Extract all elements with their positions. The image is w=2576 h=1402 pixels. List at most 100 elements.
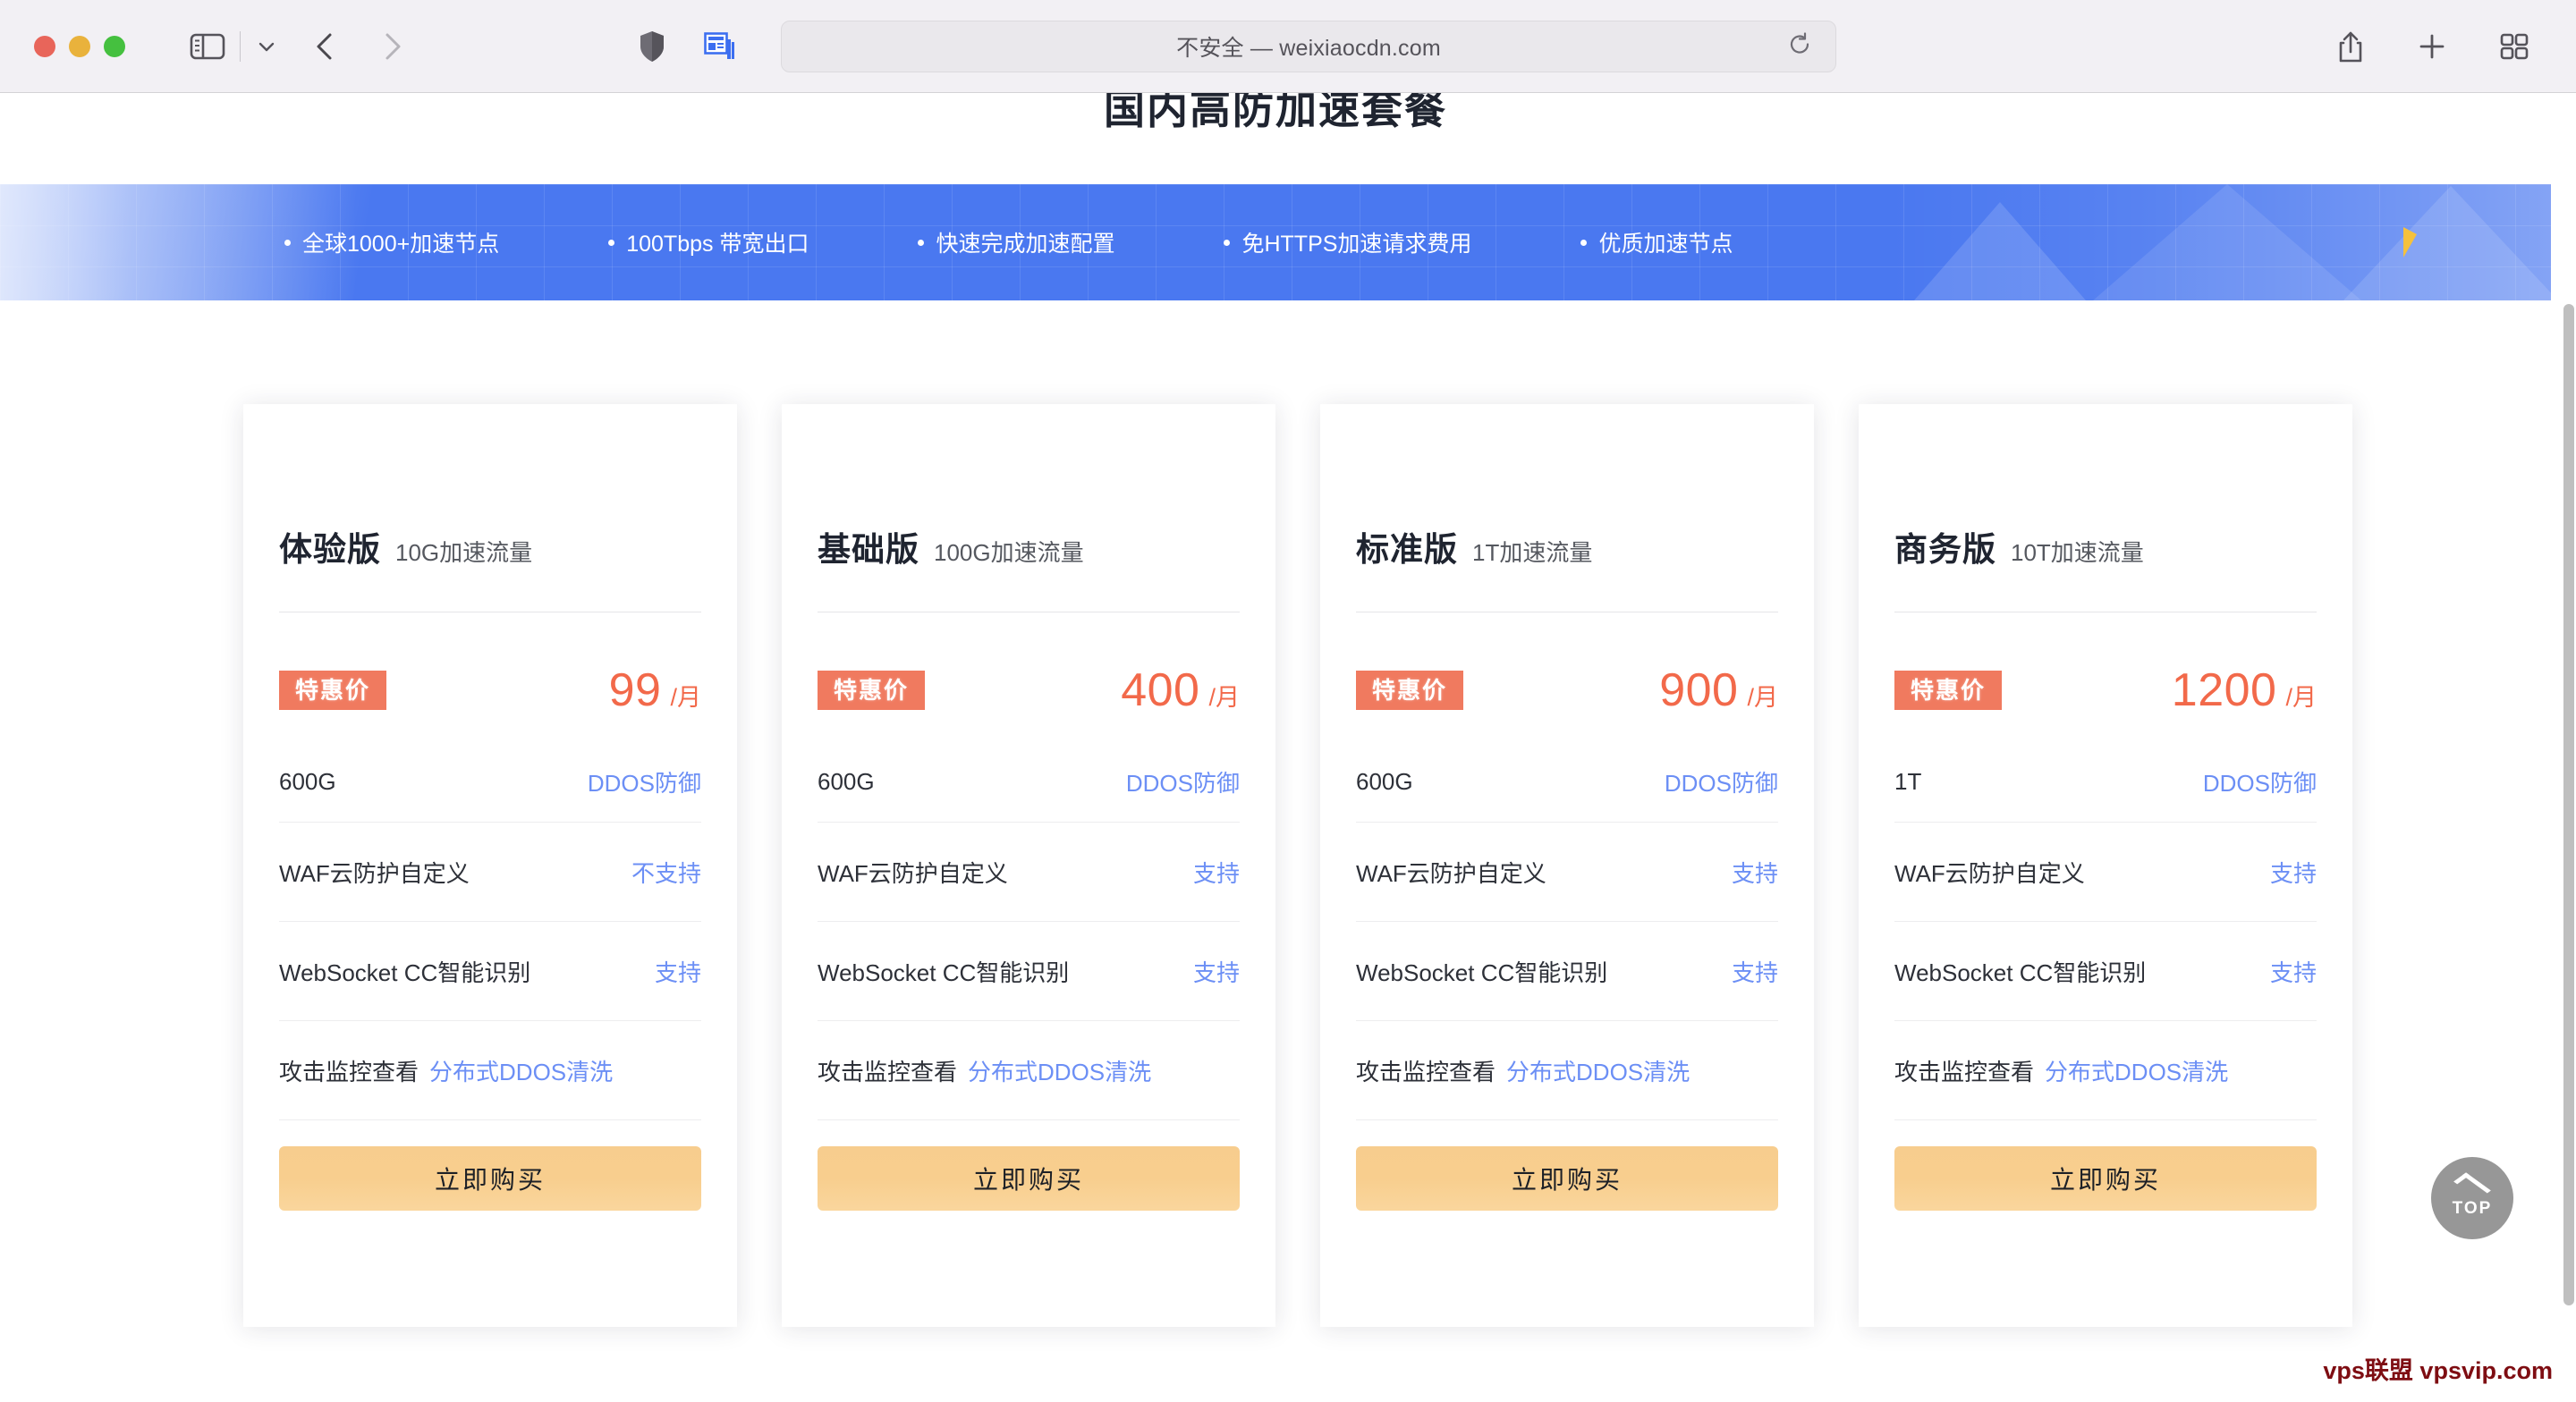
banner-feature-label: 优质加速节点 (1598, 232, 1733, 257)
scrollbar-thumb[interactable] (2563, 304, 2574, 1305)
feature-value[interactable]: DDOS防御 (1126, 765, 1240, 798)
promo-badge: 特惠价 (1894, 671, 2003, 710)
feature-label: 攻击监控查看 (1894, 1058, 2035, 1085)
price-unit: /月 (2285, 684, 2317, 711)
plan-name: 商务版 (1894, 531, 1996, 568)
feature-row: 攻击监控查看 分布式DDOS清洗 (279, 1021, 701, 1120)
feature-value[interactable]: 支持 (1732, 856, 1778, 889)
plan-traffic: 10T加速流量 (2011, 539, 2144, 566)
feature-value[interactable]: 支持 (2270, 856, 2317, 889)
promo-badge: 特惠价 (818, 671, 926, 710)
price-unit: /月 (670, 684, 701, 711)
feature-label: WebSocket CC智能识别 (1894, 959, 2147, 986)
watermark: vps联盟 vpsvip.com (2323, 1357, 2553, 1384)
reader-extension-icon[interactable] (704, 31, 736, 62)
feature-row: WAF云防护自定义 支持 (818, 823, 1240, 922)
price-row: 特惠价 900/月 (1356, 663, 1778, 717)
feature-row: WAF云防护自定义 支持 (1356, 823, 1778, 922)
chevron-up-icon (2453, 1171, 2491, 1200)
price-row: 特惠价 400/月 (818, 663, 1240, 717)
bullet-dot-icon (1224, 239, 1231, 246)
feature-value[interactable]: 支持 (1193, 856, 1240, 889)
feature-value[interactable]: DDOS防御 (2203, 765, 2317, 798)
feature-label: WAF云防护自定义 (818, 859, 1008, 887)
forward-button[interactable] (378, 31, 405, 62)
buy-now-button[interactable]: 立即购买 (1356, 1146, 1778, 1211)
plan-traffic: 10G加速流量 (395, 539, 533, 566)
feature-list: 600G DDOS防御 WAF云防护自定义 支持 WebSocket CC智能识别 支持攻… (818, 742, 1240, 1120)
share-icon[interactable] (2336, 30, 2365, 63)
minimize-window-button[interactable] (69, 35, 90, 57)
price-row: 特惠价 1200/月 (1894, 663, 2317, 717)
price-number: 1200 (2171, 664, 2277, 716)
feature-label: 1T (1894, 768, 1922, 795)
feature-row: WebSocket CC智能识别 支持 (279, 922, 701, 1021)
pricing-card: 商务版 10T加速流量特惠价 1200/月 1T DDOS防御 WAF云防护自定义 支持 We… (1859, 404, 2352, 1327)
price-number: 400 (1121, 664, 1200, 716)
plan-header: 体验版 10G加速流量 (279, 522, 701, 570)
feature-label: 600G (818, 768, 875, 795)
navigation-controls (312, 31, 405, 62)
url-text: 不安全 — weixiaocdn.com (1176, 35, 1441, 61)
price-amount: 400/月 (1121, 663, 1240, 717)
sidebar-controls (190, 30, 278, 62)
plan-name: 基础版 (818, 531, 919, 568)
feature-label: 600G (279, 768, 336, 795)
feature-value[interactable]: 支持 (655, 955, 701, 988)
feature-row: WAF云防护自定义 不支持 (279, 823, 701, 922)
shield-icon[interactable] (638, 30, 666, 63)
pricing-card: 标准版 1T加速流量 特惠价 900/月 600G DDOS防御 WAF云防护自定义 支持 We… (1320, 404, 1814, 1327)
feature-label: WebSocket CC智能识别 (279, 959, 531, 986)
feature-value[interactable]: 支持 (1732, 955, 1778, 988)
close-window-button[interactable] (34, 35, 55, 57)
feature-value[interactable]: DDOS防御 (588, 765, 701, 798)
price-unit: /月 (1747, 684, 1778, 711)
banner-feature-item: 100Tbps 带宽出口 (608, 226, 809, 258)
feature-row: 600G DDOS防御 (818, 742, 1240, 823)
tab-overview-icon[interactable] (2499, 31, 2529, 62)
feature-value[interactable]: DDOS防御 (1665, 765, 1778, 798)
feature-value[interactable]: 分布式DDOS清洗 (429, 1054, 613, 1087)
zoom-window-button[interactable] (104, 35, 125, 57)
promo-badge: 特惠价 (1356, 671, 1464, 710)
feature-row: 攻击监控查看 分布式DDOS清洗 (818, 1021, 1240, 1120)
bullet-dot-icon (608, 239, 615, 246)
banner-feature-list: 全球1000+加速节点 100Tbps 带宽出口 快速完成加速配置 免HTTPS加速请… (0, 184, 2551, 300)
address-bar[interactable]: 不安全 — weixiaocdn.com (781, 20, 1836, 72)
web-page-content: 国内高防加速套餐 全球1000+加速节点 100Tbps 带宽出口 快速完成加速配置… (0, 93, 2576, 1402)
price-unit: /月 (1208, 684, 1240, 711)
feature-value[interactable]: 支持 (1193, 955, 1240, 988)
price-amount: 900/月 (1659, 663, 1778, 717)
feature-value[interactable]: 分布式DDOS清洗 (2045, 1054, 2228, 1087)
page-scrollbar[interactable] (2562, 93, 2576, 1402)
feature-value[interactable]: 分布式DDOS清洗 (1506, 1054, 1690, 1087)
back-to-top-button[interactable]: TOP (2431, 1157, 2513, 1239)
chevron-down-icon[interactable] (255, 35, 278, 58)
sidebar-icon[interactable] (190, 32, 225, 61)
feature-row: 攻击监控查看 分布式DDOS清洗 (1356, 1021, 1778, 1120)
back-button[interactable] (312, 31, 339, 62)
feature-row: WebSocket CC智能识别 支持 (818, 922, 1240, 1021)
promo-badge: 特惠价 (279, 671, 387, 710)
plus-icon[interactable] (2417, 31, 2447, 62)
toolbar-divider (240, 30, 241, 62)
feature-row: WAF云防护自定义 支持 (1894, 823, 2317, 922)
feature-row: 攻击监控查看 分布式DDOS清洗 (1894, 1021, 2317, 1120)
pricing-card: 体验版 10G加速流量 特惠价 99/月 600G DDOS防御 WAF云防护自定义 不支持 W… (243, 404, 737, 1327)
pricing-card: 基础版 100G加速流量 特惠价 400/月 600G DDOS防御 WAF云防护自定义 支持… (782, 404, 1275, 1327)
feature-label: WAF云防护自定义 (1356, 859, 1546, 887)
feature-value[interactable]: 不支持 (631, 856, 701, 889)
buy-now-button[interactable]: 立即购买 (1894, 1146, 2317, 1211)
feature-row: WebSocket CC智能识别 支持 (1356, 922, 1778, 1021)
feature-value[interactable]: 分布式DDOS清洗 (968, 1054, 1151, 1087)
buy-now-button[interactable]: 立即购买 (279, 1146, 701, 1211)
feature-row: 600G DDOS防御 (279, 742, 701, 823)
feature-value[interactable]: 支持 (2270, 955, 2317, 988)
banner-feature-item: 快速完成加速配置 (918, 226, 1114, 258)
feature-label: 600G (1356, 768, 1413, 795)
plan-header: 商务版 10T加速流量 (1894, 522, 2317, 570)
bullet-dot-icon (1580, 239, 1588, 246)
reload-icon[interactable] (1787, 31, 1812, 61)
banner-feature-label: 快速完成加速配置 (936, 232, 1115, 257)
buy-now-button[interactable]: 立即购买 (818, 1146, 1240, 1211)
